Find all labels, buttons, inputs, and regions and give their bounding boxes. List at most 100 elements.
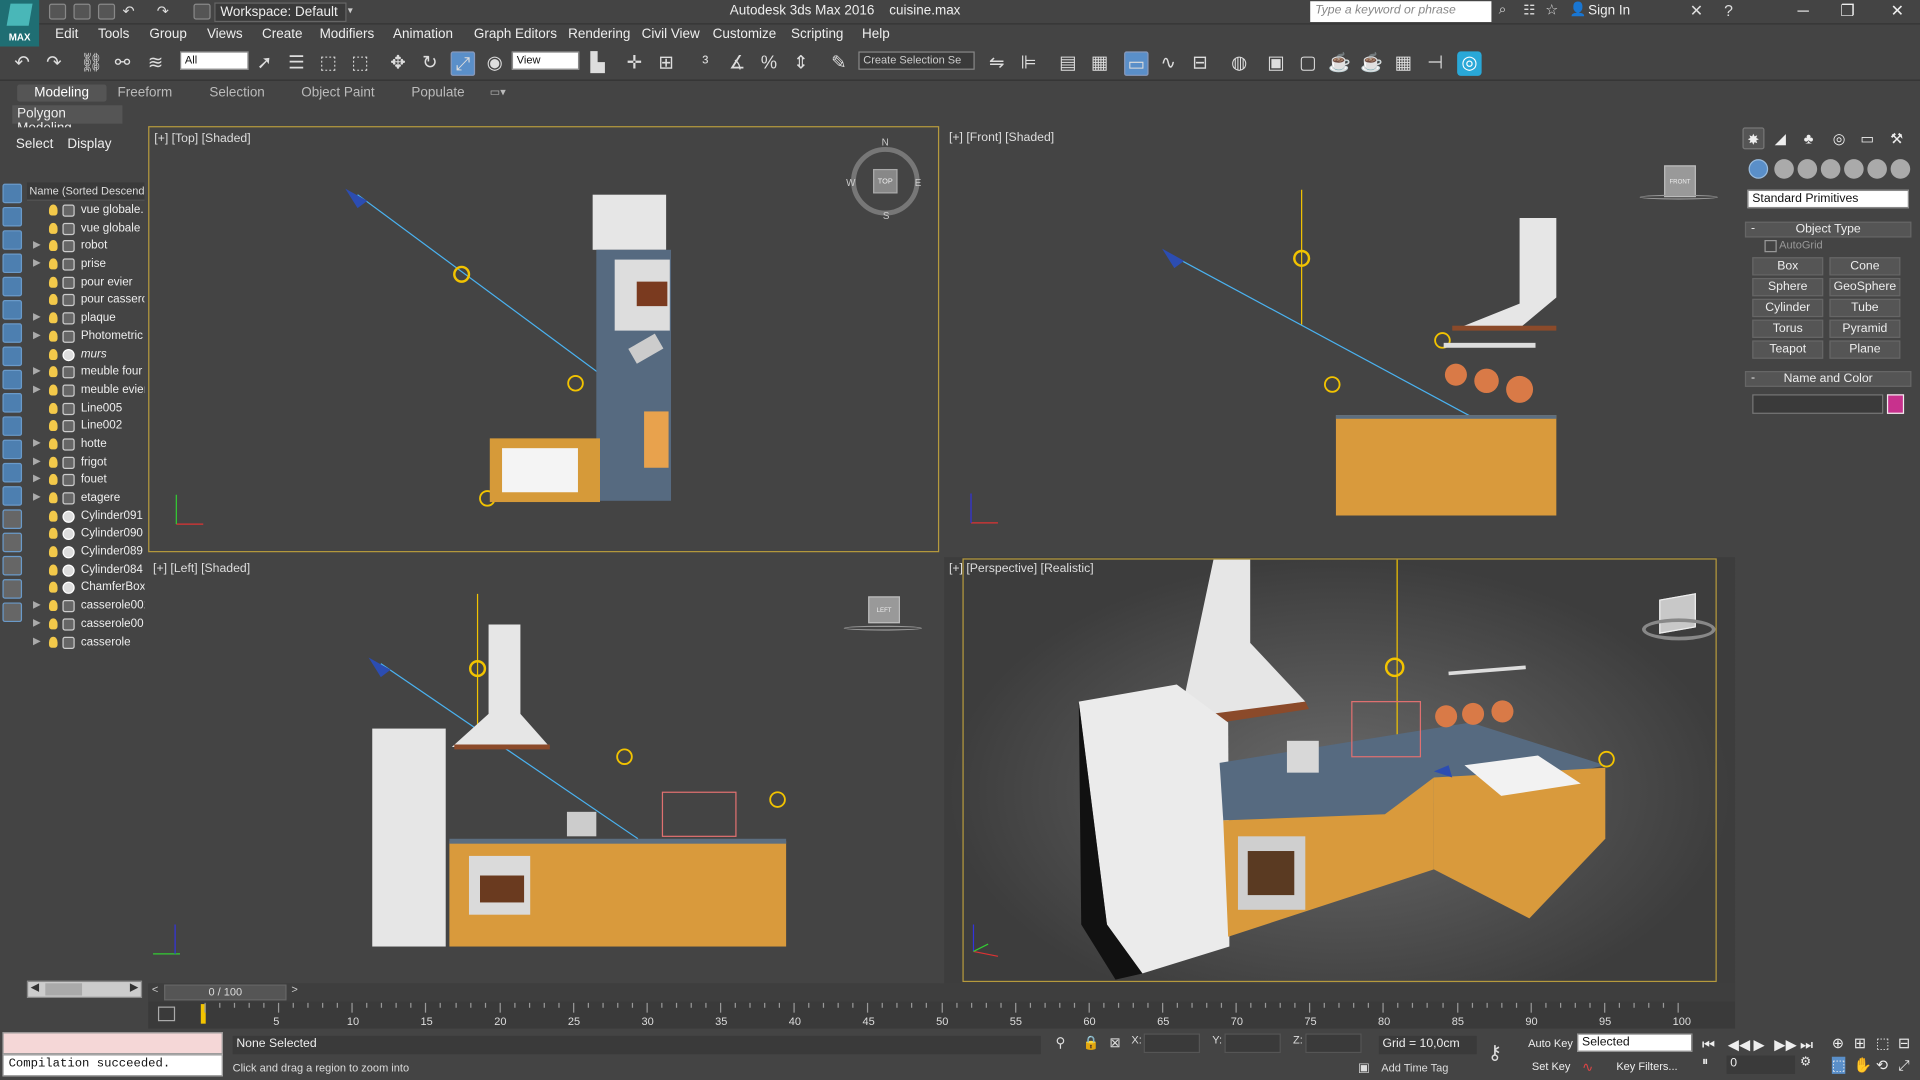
lights-icon[interactable] <box>1797 159 1818 179</box>
find-icon[interactable] <box>2 579 23 599</box>
scene-object-row[interactable]: ChamferBox <box>27 580 144 598</box>
viewport-shading-persp[interactable]: [Realistic] <box>1041 562 1094 575</box>
viewport-top-label[interactable]: [+] [Top] [Shaded] <box>154 132 250 145</box>
pivot-center-icon[interactable]: ▙ <box>585 51 609 75</box>
expand-arrow-icon[interactable]: ▶ <box>33 311 41 322</box>
scene-object-row[interactable]: ▶ robot <box>27 238 145 256</box>
column-header-name[interactable]: Name (Sorted Descending) <box>26 182 145 201</box>
viewport-pov-front[interactable]: [Front] <box>966 131 1001 144</box>
visibility-bulb-icon[interactable] <box>48 240 58 252</box>
viewport-menu-top[interactable]: [+] <box>154 132 168 145</box>
track-bar[interactable]: 5 10 15 20 25 30 35 40 45 50 55 60 65 70 75 80 85 90 95 100 <box>148 1001 1736 1029</box>
select-and-link-icon[interactable]: ⛓ <box>80 51 104 75</box>
orbit-icon[interactable]: ⟲ <box>1876 1057 1888 1074</box>
viewport-shading-top[interactable]: [Shaded] <box>202 132 251 145</box>
key-mode-toggle-icon[interactable]: ⏸ <box>1702 1056 1708 1069</box>
application-logo[interactable]: MAX <box>0 0 40 47</box>
scene-object-row[interactable]: Cylinder091 <box>27 508 145 526</box>
scene-object-row[interactable]: ▶ frigot <box>27 454 145 472</box>
menu-customize[interactable]: Customize <box>713 27 777 42</box>
visibility-bulb-icon[interactable] <box>48 600 58 612</box>
visibility-bulb-icon[interactable] <box>48 546 58 558</box>
visibility-bulb-icon[interactable] <box>48 510 58 522</box>
ribbon-options-icon[interactable]: ▭▾ <box>490 86 506 99</box>
mirror-icon[interactable]: ⇋ <box>984 51 1008 75</box>
object-color-swatch[interactable] <box>1886 394 1905 414</box>
display-geometry-icon[interactable] <box>2 183 23 204</box>
visibility-bulb-icon[interactable] <box>48 384 58 396</box>
align-icon[interactable]: ⊫ <box>1016 51 1040 75</box>
pyramid-button[interactable]: Pyramid <box>1829 319 1901 338</box>
expand-arrow-icon[interactable]: ▶ <box>33 455 41 466</box>
ribbon-tab-modeling[interactable]: Modeling <box>17 84 107 102</box>
name-and-color-rollout[interactable]: - Name and Color <box>1744 371 1912 387</box>
motion-tab-icon[interactable]: ◎ <box>1828 127 1850 149</box>
render-in-cloud-icon[interactable]: ▦ <box>1391 51 1415 75</box>
scroll-right-icon[interactable]: ▶ <box>130 981 138 994</box>
save-file-icon[interactable] <box>97 3 116 20</box>
workspace-dropdown[interactable]: Workspace: Default <box>214 2 347 23</box>
angle-snap-icon[interactable]: ∡ <box>725 51 749 75</box>
menu-scripting[interactable]: Scripting <box>791 27 843 42</box>
selection-lock-icon[interactable]: 🔒 <box>1082 1035 1099 1051</box>
previous-frame-icon[interactable]: ◀◀ <box>1728 1036 1751 1053</box>
cylinder-button[interactable]: Cylinder <box>1752 298 1824 318</box>
select-manipulate-icon[interactable]: ✛ <box>622 51 646 75</box>
visibility-bulb-icon[interactable] <box>48 312 58 324</box>
visibility-bulb-icon[interactable] <box>48 222 58 234</box>
viewport-menu-front[interactable]: [+] <box>949 131 963 144</box>
scene-object-row[interactable]: ▶ casserole002 <box>27 598 144 616</box>
render-production-icon[interactable]: ☕ <box>1327 51 1351 75</box>
zoom-extents-all-icon[interactable]: ⊟ <box>1898 1035 1910 1052</box>
plane-button[interactable]: Plane <box>1829 340 1901 359</box>
visibility-bulb-icon[interactable] <box>48 636 58 648</box>
key-mode-dropdown[interactable]: Selected <box>1577 1033 1693 1052</box>
expand-arrow-icon[interactable]: ▶ <box>33 329 41 340</box>
scene-object-row[interactable]: vue globale. <box>27 202 145 220</box>
keyword-search-input[interactable]: Type a keyword or phrase <box>1310 1 1492 23</box>
expand-arrow-icon[interactable]: ▶ <box>33 365 41 376</box>
menu-rendering[interactable]: Rendering <box>568 27 630 42</box>
expand-arrow-icon[interactable]: ▶ <box>33 491 41 502</box>
display-spacewarps-icon[interactable] <box>2 300 23 320</box>
unlink-icon[interactable]: ⚯ <box>110 51 134 75</box>
visibility-bulb-icon[interactable] <box>48 330 58 342</box>
visibility-bulb-icon[interactable] <box>48 294 58 306</box>
pan-view-icon[interactable]: ✋ <box>1854 1057 1872 1074</box>
edit-named-selection-icon[interactable]: ✎ <box>827 51 851 75</box>
toggle-scene-explorer-icon[interactable]: ▤ <box>1056 51 1080 75</box>
x-coordinate-field[interactable] <box>1143 1033 1201 1054</box>
bind-space-warp-icon[interactable]: ≋ <box>143 51 167 75</box>
filter-icon[interactable] <box>2 555 23 576</box>
display-hidden-icon[interactable] <box>2 439 23 460</box>
display-shapes-icon[interactable] <box>2 206 23 227</box>
scene-object-row[interactable]: Cylinder089 <box>27 544 145 562</box>
window-crossing-icon[interactable]: ⬚ <box>348 51 372 75</box>
scene-object-row[interactable]: Cylinder090 <box>27 526 145 544</box>
binoculars-icon[interactable]: ⌕ <box>1499 2 1507 18</box>
display-cameras-icon[interactable] <box>2 253 23 274</box>
cone-button[interactable]: Cone <box>1829 257 1901 276</box>
new-file-icon[interactable] <box>48 3 67 20</box>
go-to-end-icon[interactable]: ⏭ <box>1800 1036 1813 1054</box>
zoom-icon[interactable]: ⊕ <box>1832 1035 1844 1052</box>
scene-object-row[interactable]: ▶ casserole <box>27 634 145 652</box>
scene-explorer-display-menu[interactable]: Display <box>67 137 111 152</box>
display-groups-icon[interactable] <box>2 323 23 343</box>
object-type-rollout[interactable]: - Object Type <box>1744 221 1912 238</box>
toggle-ribbon-icon[interactable]: ▭ <box>1124 51 1149 76</box>
scene-object-row[interactable]: Cylinder084 <box>27 562 145 580</box>
display-containers-icon[interactable] <box>2 393 23 413</box>
visibility-bulb-icon[interactable] <box>48 492 58 504</box>
visibility-bulb-icon[interactable] <box>48 456 58 468</box>
viewport-menu-persp[interactable]: [+] <box>949 562 963 575</box>
visibility-bulb-icon[interactable] <box>48 204 58 216</box>
helpers-icon[interactable] <box>1844 159 1864 179</box>
display-all-icon[interactable] <box>2 462 23 483</box>
scrollbar-thumb[interactable] <box>45 983 83 996</box>
exchange-icon[interactable]: ✕ <box>1690 1 1703 21</box>
viewport-menu-left[interactable]: [+] <box>153 562 167 575</box>
ribbon-tab-freeform[interactable]: Freeform <box>118 86 173 101</box>
invert-display-icon[interactable] <box>2 509 23 529</box>
y-coordinate-field[interactable] <box>1224 1033 1281 1054</box>
